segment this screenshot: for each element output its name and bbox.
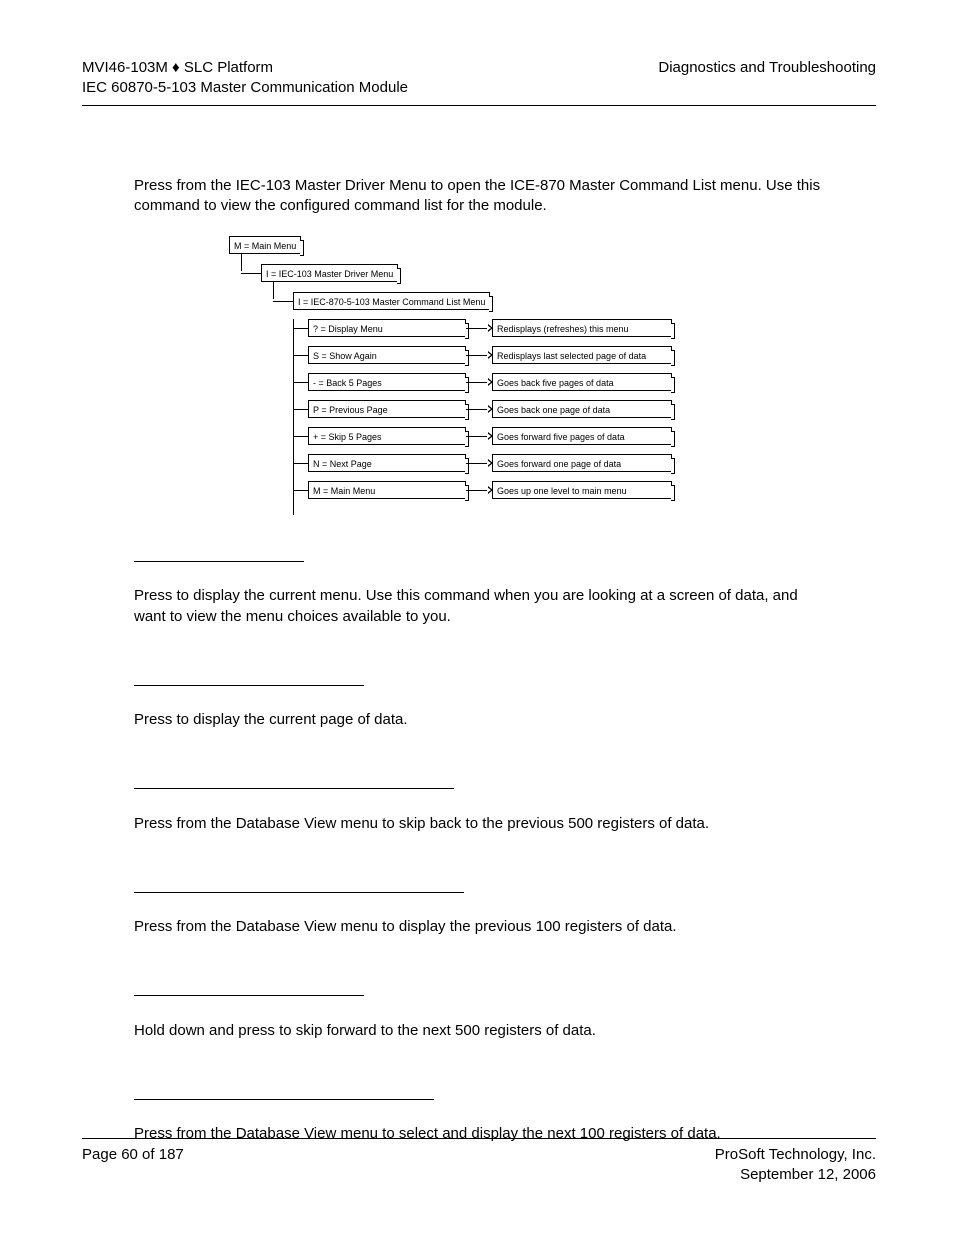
diagram-item: + = Skip 5 Pages Goes forward five pages…: [308, 427, 729, 445]
diagram-key: N = Next Page: [308, 454, 466, 472]
section-body: Press to display the current menu. Use t…: [134, 586, 824, 627]
footer-date: September 12, 2006: [715, 1165, 876, 1185]
header-product: MVI46-103M ♦ SLC Platform: [82, 58, 408, 78]
header-section: Diagnostics and Troubleshooting: [658, 58, 876, 78]
diagram-item: - = Back 5 Pages Goes back five pages of…: [308, 373, 729, 391]
section-body: Press from the Database View menu to dis…: [134, 917, 824, 937]
section-heading: [134, 547, 304, 562]
menu-hierarchy-diagram: M = Main Menu I = IEC-103 Master Driver …: [229, 236, 729, 503]
diagram-item: P = Previous Page Goes back one page of …: [308, 400, 729, 418]
section-heading: [134, 981, 364, 996]
diagram-desc: Goes up one level to main menu: [492, 481, 672, 499]
page: MVI46-103M ♦ SLC Platform IEC 60870-5-10…: [0, 0, 954, 1235]
diagram-desc: Goes forward one page of data: [492, 454, 672, 472]
diagram-item: M = Main Menu Goes up one level to main …: [308, 481, 729, 499]
diagram-level3: I = IEC-870-5-103 Master Command List Me…: [293, 292, 490, 310]
section-heading: [134, 1085, 434, 1100]
diagram-key: ? = Display Menu: [308, 319, 466, 337]
diagram-desc: Redisplays last selected page of data: [492, 346, 672, 364]
diagram-desc: Goes back five pages of data: [492, 373, 672, 391]
diagram-item: ? = Display Menu Redisplays (refreshes) …: [308, 319, 729, 337]
diagram-item: N = Next Page Goes forward one page of d…: [308, 454, 729, 472]
diagram-desc: Goes back one page of data: [492, 400, 672, 418]
content: Press from the IEC-103 Master Driver Men…: [82, 106, 876, 1145]
diagram-key: P = Previous Page: [308, 400, 466, 418]
diagram-desc: Redisplays (refreshes) this menu: [492, 319, 672, 337]
diagram-item: S = Show Again Redisplays last selected …: [308, 346, 729, 364]
section-body: Press to display the current page of dat…: [134, 710, 824, 730]
intro-paragraph: Press from the IEC-103 Master Driver Men…: [134, 106, 824, 217]
footer-rule: [82, 1138, 876, 1139]
page-header: MVI46-103M ♦ SLC Platform IEC 60870-5-10…: [82, 58, 876, 99]
section-heading: [134, 774, 454, 789]
diagram-level2: I = IEC-103 Master Driver Menu: [261, 264, 398, 282]
header-subtitle: IEC 60870-5-103 Master Communication Mod…: [82, 78, 408, 98]
section-heading: [134, 878, 464, 893]
diagram-key: M = Main Menu: [308, 481, 466, 499]
page-footer: Page 60 of 187 ProSoft Technology, Inc. …: [82, 1138, 876, 1186]
header-right: Diagnostics and Troubleshooting: [658, 58, 876, 99]
section-heading: [134, 671, 364, 686]
header-left: MVI46-103M ♦ SLC Platform IEC 60870-5-10…: [82, 58, 408, 99]
footer-company: ProSoft Technology, Inc.: [715, 1145, 876, 1165]
diagram-desc: Goes forward five pages of data: [492, 427, 672, 445]
diagram-level1: M = Main Menu: [229, 236, 301, 254]
diagram-key: + = Skip 5 Pages: [308, 427, 466, 445]
section-body: Press from the Database View menu to ski…: [134, 814, 824, 834]
diagram-key: - = Back 5 Pages: [308, 373, 466, 391]
diagram-key: S = Show Again: [308, 346, 466, 364]
footer-page: Page 60 of 187: [82, 1145, 184, 1186]
section-body: Hold down and press to skip forward to t…: [134, 1021, 824, 1041]
